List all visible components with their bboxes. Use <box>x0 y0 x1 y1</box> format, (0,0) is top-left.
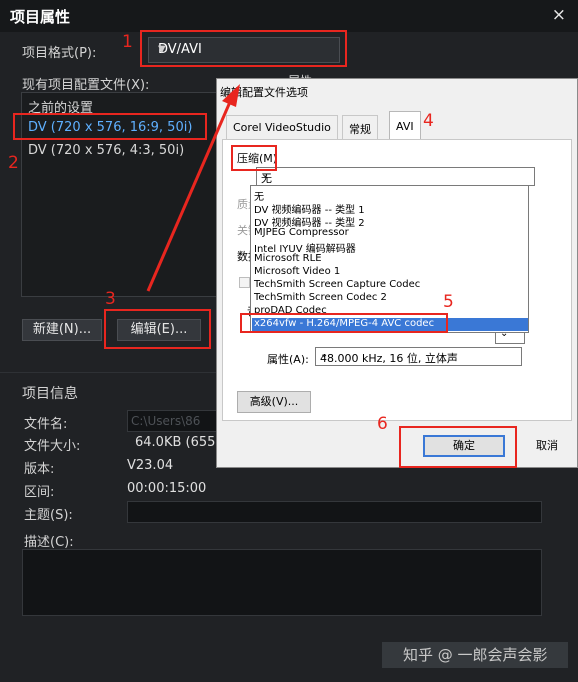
codec-option[interactable]: MJPEG Compressor <box>254 227 349 238</box>
tab-avi[interactable]: AVI <box>389 111 421 139</box>
checkbox[interactable] <box>239 277 250 288</box>
filesize-label: 文件大小: <box>24 439 81 454</box>
info-heading: 项目信息 <box>22 386 78 402</box>
annotation-box-codec <box>240 313 448 333</box>
annotation-number-4: 4 <box>423 111 434 131</box>
version-value: V23.04 <box>127 458 174 473</box>
chevron-down-icon: ⌄ <box>320 349 329 360</box>
watermark: 知乎 @ 一郎会声会影 <box>403 646 548 664</box>
profile-item[interactable]: DV (720 x 576, 4:3, 50i) <box>28 143 184 158</box>
annotation-number-1: 1 <box>122 32 133 52</box>
attributes-select[interactable]: 48.000 kHz, 16 位, 立体声 ⌄ <box>315 347 522 366</box>
format-label: 项目格式(P): <box>22 46 97 61</box>
filesize-value: 64.0KB (655 <box>135 435 216 450</box>
codec-option[interactable]: TechSmith Screen Capture Codec <box>254 279 420 290</box>
profiles-label: 现有项目配置文件(X): <box>22 78 150 93</box>
codec-option[interactable]: Microsoft RLE <box>254 253 322 264</box>
subject-label: 主题(S): <box>24 508 73 523</box>
codec-option[interactable]: TechSmith Screen Codec 2 <box>254 292 387 303</box>
advanced-button[interactable]: 高级(V)... <box>237 391 311 413</box>
tab-general[interactable]: 常规 <box>342 115 378 139</box>
codec-dropdown-list[interactable]: 无 DV 视频编码器 -- 类型 1 DV 视频编码器 -- 类型 2 MJPE… <box>250 185 529 333</box>
annotation-number-6: 6 <box>377 414 388 434</box>
range-label: 区间: <box>24 485 55 500</box>
attributes-label: 属性(A): <box>267 353 309 366</box>
annotation-number-2: 2 <box>8 153 19 173</box>
annotation-box-profile <box>13 113 207 140</box>
new-button[interactable]: 新建(N)... <box>22 319 102 341</box>
dialog-title: 项目属性 <box>10 8 71 26</box>
tab-corel-videostudio[interactable]: Corel VideoStudio <box>226 115 338 139</box>
filename-value: C:\Users\86 <box>131 414 201 428</box>
annotation-number-5: 5 <box>443 292 454 312</box>
description-input[interactable] <box>22 549 542 616</box>
title-bar: 项目属性 × <box>0 0 578 32</box>
range-value: 00:00:15:00 <box>127 481 207 496</box>
annotation-box-ok <box>399 426 517 468</box>
compression-select[interactable]: 无 ⌄ <box>256 167 535 186</box>
description-label: 描述(C): <box>24 535 74 550</box>
subject-input[interactable] <box>127 501 542 523</box>
chevron-down-icon: ⌄ <box>261 169 270 180</box>
cancel-button[interactable]: 取消 <box>519 435 575 457</box>
filename-field: C:\Users\86 <box>127 410 222 432</box>
annotation-box-compression <box>231 145 277 171</box>
annotation-box-format <box>140 30 347 67</box>
annotation-number-3: 3 <box>105 289 116 309</box>
overlay-title: 编辑配置文件选项 <box>220 86 308 99</box>
annotation-box-edit <box>104 309 211 349</box>
edit-profile-options-dialog: 编辑配置文件选项 Corel VideoStudio 常规 AVI 压缩(M) … <box>216 78 578 468</box>
filename-label: 文件名: <box>24 417 68 432</box>
close-icon[interactable]: × <box>552 5 566 25</box>
codec-option[interactable]: Microsoft Video 1 <box>254 266 340 277</box>
version-label: 版本: <box>24 462 55 477</box>
